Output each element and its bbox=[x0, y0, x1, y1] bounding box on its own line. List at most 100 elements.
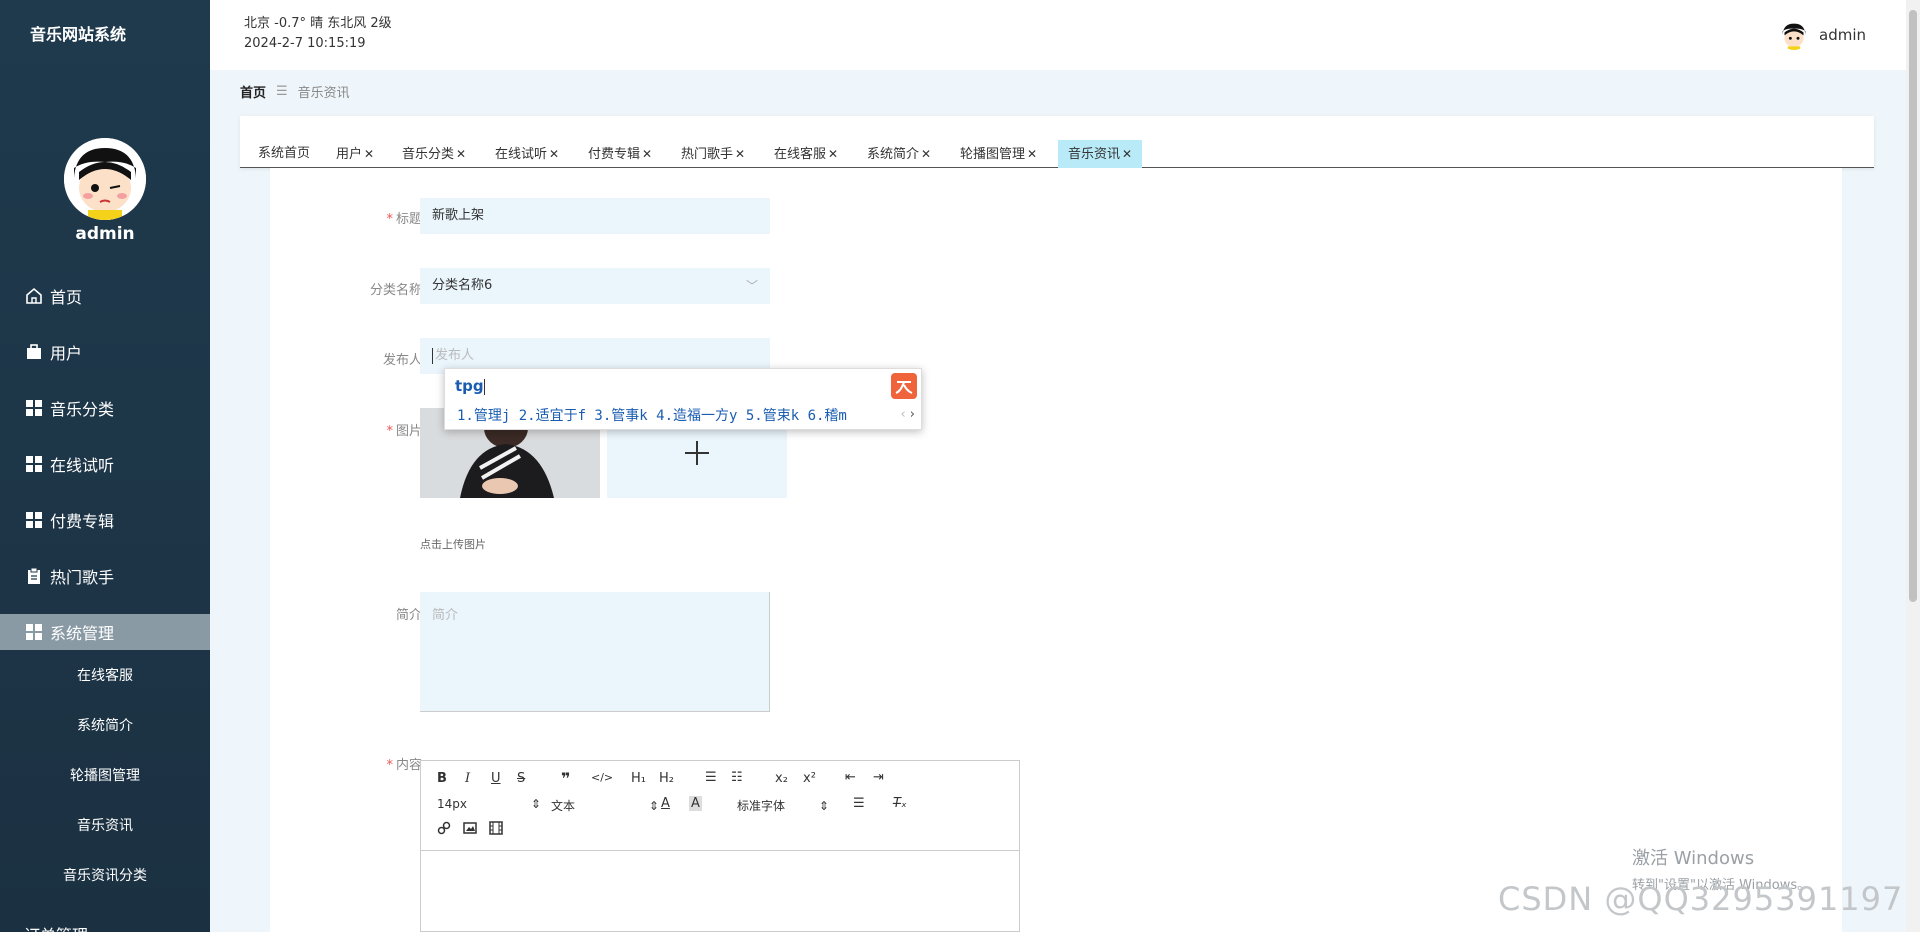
blockquote-icon[interactable]: ❞ bbox=[561, 769, 570, 788]
sidebar-menu: 首页 用户 音乐分类 在线试听 付费专辑 热门歌手 系统管理 在线客服 系统简介… bbox=[0, 268, 210, 900]
title-input[interactable]: 新歌上架 bbox=[420, 198, 770, 234]
ordered-list-icon[interactable]: ☰ bbox=[705, 770, 717, 785]
tab-system-home[interactable]: 系统首页 bbox=[248, 140, 320, 168]
align-icon[interactable]: ☰ bbox=[853, 796, 865, 811]
tab-customer-service[interactable]: 在线客服 ✕ bbox=[764, 140, 848, 168]
sidebar-item-home[interactable]: 首页 bbox=[0, 268, 210, 324]
video-icon[interactable] bbox=[489, 821, 503, 839]
close-icon[interactable]: ✕ bbox=[1122, 147, 1132, 161]
link-icon[interactable] bbox=[437, 821, 451, 839]
sidebar-item-label: 热门歌手 bbox=[50, 568, 115, 587]
tab-bar: 系统首页 用户 ✕ 音乐分类 ✕ 在线试听 ✕ 付费专辑 ✕ 热门歌手 ✕ 在线客服 ✕ 系… bbox=[240, 116, 1874, 168]
breadcrumb-home[interactable]: 首页 bbox=[240, 82, 266, 101]
bold-icon[interactable]: B bbox=[437, 771, 447, 786]
tab-label: 系统首页 bbox=[258, 146, 311, 161]
tab-label: 用户 bbox=[336, 147, 363, 162]
brand-title: 音乐网站系统 bbox=[30, 25, 127, 44]
windows-activation-title: 激活 Windows bbox=[1632, 848, 1755, 869]
close-icon[interactable]: ✕ bbox=[549, 147, 559, 161]
sidebar-item-system-management[interactable]: 系统管理 bbox=[0, 614, 210, 650]
home-icon bbox=[24, 286, 44, 306]
sidebar-item-hot-singer[interactable]: 热门歌手 bbox=[0, 548, 210, 604]
indent-icon[interactable]: ⇥ bbox=[873, 770, 884, 785]
subscript-icon[interactable]: x₂ bbox=[775, 771, 788, 786]
intro-textarea[interactable]: 简介 bbox=[420, 592, 770, 712]
submenu-item-customer-service[interactable]: 在线客服 bbox=[0, 650, 210, 700]
ime-logo-icon[interactable] bbox=[891, 373, 917, 399]
tab-label: 在线试听 bbox=[495, 147, 548, 162]
tab-hot-singer[interactable]: 热门歌手 ✕ bbox=[671, 140, 755, 168]
tab-carousel[interactable]: 轮播图管理 ✕ bbox=[950, 140, 1047, 168]
tab-user[interactable]: 用户 ✕ bbox=[326, 140, 384, 168]
tab-system-intro[interactable]: 系统简介 ✕ bbox=[857, 140, 941, 168]
strikethrough-icon[interactable]: S bbox=[517, 771, 525, 786]
font-size-select[interactable]: 14px ⇕ bbox=[437, 797, 541, 811]
tab-music-news[interactable]: 音乐资讯 ✕ bbox=[1058, 140, 1143, 168]
sidebar-item-online-listen[interactable]: 在线试听 bbox=[0, 436, 210, 492]
ime-candidate-list[interactable]: 1.管理j 2.适宜于f 3.管事k 4.造福一方y 5.管束k 6.稽m bbox=[457, 405, 847, 425]
ime-composition: tpg bbox=[455, 377, 487, 395]
clipboard-icon bbox=[24, 566, 44, 586]
content-label: * 内容 bbox=[302, 754, 422, 773]
text-type-select[interactable]: 文本 ⇕ bbox=[551, 797, 659, 814]
submenu-item-system-intro[interactable]: 系统简介 bbox=[0, 700, 210, 750]
close-icon[interactable]: ✕ bbox=[1027, 147, 1037, 161]
italic-icon[interactable]: I bbox=[465, 771, 470, 786]
sidebar-item-paid-album[interactable]: 付费专辑 bbox=[0, 492, 210, 548]
ime-page-arrows[interactable]: ‹ › bbox=[900, 407, 915, 422]
page-scrollbar[interactable] bbox=[1906, 0, 1920, 932]
sidebar-item-user[interactable]: 用户 bbox=[0, 324, 210, 380]
close-icon[interactable]: ✕ bbox=[828, 147, 838, 161]
background-color-icon[interactable]: A bbox=[689, 796, 702, 811]
bullet-list-icon[interactable]: ☷ bbox=[731, 770, 743, 785]
updown-icon: ⇕ bbox=[530, 797, 541, 811]
updown-icon: ⇕ bbox=[648, 799, 659, 813]
heading2-icon[interactable]: H₂ bbox=[659, 771, 674, 786]
category-select[interactable]: 分类名称6 ﹀ bbox=[420, 268, 770, 304]
rich-text-editor: B I U S ❞ </> H₁ H₂ ☰ ☷ x₂ x² ⇤ ⇥ 14px ⇕… bbox=[420, 760, 1020, 932]
close-icon[interactable]: ✕ bbox=[456, 147, 466, 161]
updown-icon: ⇕ bbox=[818, 799, 829, 813]
sidebar-item-music-category[interactable]: 音乐分类 bbox=[0, 380, 210, 436]
submenu-item-news-category[interactable]: 音乐资讯分类 bbox=[0, 850, 210, 900]
chevron-right-icon[interactable]: › bbox=[910, 407, 915, 422]
required-mark: * bbox=[386, 424, 393, 439]
font-color-icon[interactable]: A bbox=[661, 796, 670, 811]
font-family-select[interactable]: 标准字体 ⇕ bbox=[737, 797, 829, 814]
breadcrumb: 首页 ☰ 音乐资讯 bbox=[240, 82, 350, 101]
label-text: 图片 bbox=[395, 424, 422, 439]
scrollbar-thumb[interactable] bbox=[1909, 10, 1917, 602]
clear-format-icon[interactable]: T̶ₓ bbox=[893, 796, 907, 811]
avatar bbox=[64, 138, 146, 220]
top-user-menu[interactable]: admin bbox=[1779, 20, 1866, 50]
publisher-label: 发布人 bbox=[382, 353, 422, 368]
heading1-icon[interactable]: H₁ bbox=[631, 771, 646, 786]
close-icon[interactable]: ✕ bbox=[735, 147, 745, 161]
close-icon[interactable]: ✕ bbox=[364, 147, 374, 161]
superscript-icon[interactable]: x² bbox=[803, 771, 816, 786]
image-icon[interactable] bbox=[463, 821, 477, 839]
outdent-icon[interactable]: ⇤ bbox=[845, 770, 856, 785]
sidebar: 音乐网站系统 admin 首页 用户 音乐分类 在线试听 付费专辑 热门歌手 系… bbox=[0, 0, 210, 932]
tab-online-listen[interactable]: 在线试听 ✕ bbox=[485, 140, 569, 168]
submenu-item-carousel[interactable]: 轮播图管理 bbox=[0, 750, 210, 800]
close-icon[interactable]: ✕ bbox=[921, 147, 931, 161]
chevron-left-icon[interactable]: ‹ bbox=[900, 407, 905, 422]
font-family-value: 标准字体 bbox=[737, 799, 786, 813]
plus-icon bbox=[685, 441, 709, 465]
underline-icon[interactable]: U bbox=[491, 771, 501, 786]
tab-label: 轮播图管理 bbox=[960, 147, 1026, 162]
avatar-face-icon bbox=[64, 138, 146, 220]
publisher-placeholder: 发布人 bbox=[435, 348, 475, 363]
close-icon[interactable]: ✕ bbox=[642, 147, 652, 161]
grid-icon bbox=[24, 622, 44, 642]
tab-music-category[interactable]: 音乐分类 ✕ bbox=[392, 140, 476, 168]
intro-label: 简介 bbox=[395, 608, 422, 623]
code-block-icon[interactable]: </> bbox=[591, 771, 613, 784]
tab-label: 音乐资讯 bbox=[1068, 147, 1121, 162]
tab-paid-album[interactable]: 付费专辑 ✕ bbox=[578, 140, 662, 168]
submenu-item-music-news[interactable]: 音乐资讯 bbox=[0, 800, 210, 850]
avatar-face-icon bbox=[1779, 20, 1809, 50]
editor-content-area[interactable] bbox=[421, 851, 1019, 931]
sidebar-item-order-management[interactable]: 订单管理 bbox=[24, 922, 88, 932]
